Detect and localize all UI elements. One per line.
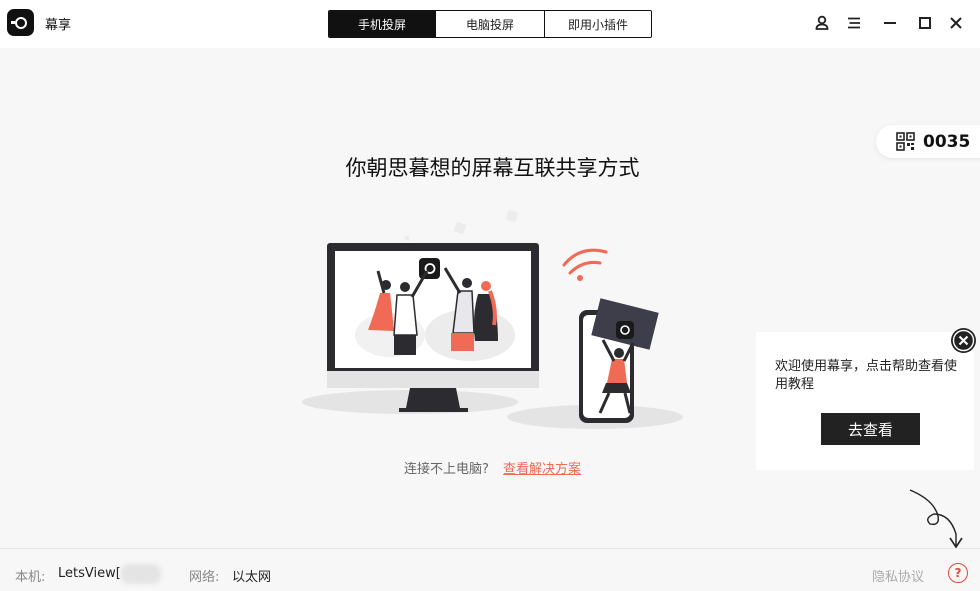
popup-close-icon[interactable]	[951, 328, 976, 353]
user-icon[interactable]	[811, 12, 833, 34]
screen-sharing-illustration	[302, 209, 683, 429]
qr-code-icon	[896, 132, 915, 151]
title-bar: 幕享 手机投屏 电脑投屏 即用小插件	[0, 0, 980, 48]
tab-phone-cast[interactable]: 手机投屏	[329, 11, 436, 37]
device-name: LetsView[	[58, 566, 121, 581]
network-value: 以太网	[232, 570, 272, 585]
help-question: 连接不上电脑?	[403, 462, 489, 477]
tab-pc-cast[interactable]: 电脑投屏	[436, 11, 545, 37]
redacted-device-name	[121, 564, 161, 584]
device-label: 本机:	[15, 570, 46, 585]
connection-code-badge[interactable]: 0035	[876, 125, 980, 158]
maximize-icon[interactable]	[914, 12, 936, 34]
popup-text: 欢迎使用幕享，点击帮助查看使用教程	[775, 359, 958, 392]
minimize-icon[interactable]	[879, 12, 901, 34]
mode-tabs: 手机投屏 电脑投屏 即用小插件	[328, 10, 652, 38]
page-headline: 你朝思暮想的屏幕互联共享方式	[345, 156, 640, 180]
app-name: 幕享	[45, 18, 72, 33]
status-bar: 本机: LetsView[ 网络: 以太网 隐私协议 ?	[0, 548, 980, 591]
close-icon[interactable]	[945, 12, 967, 34]
privacy-policy-link[interactable]: 隐私协议	[872, 566, 924, 585]
connection-code: 0035	[923, 132, 971, 152]
solution-link[interactable]: 查看解决方案	[503, 462, 581, 477]
app-logo-icon	[7, 9, 34, 36]
help-icon[interactable]: ?	[948, 563, 968, 583]
view-tutorial-button[interactable]: 去查看	[821, 413, 920, 445]
menu-icon[interactable]	[843, 12, 865, 34]
welcome-popup: 欢迎使用幕享，点击帮助查看使用教程 去查看	[756, 332, 974, 470]
pointer-arrow-icon	[909, 489, 963, 549]
tab-plugins[interactable]: 即用小插件	[545, 11, 651, 37]
network-label: 网络:	[189, 570, 220, 585]
